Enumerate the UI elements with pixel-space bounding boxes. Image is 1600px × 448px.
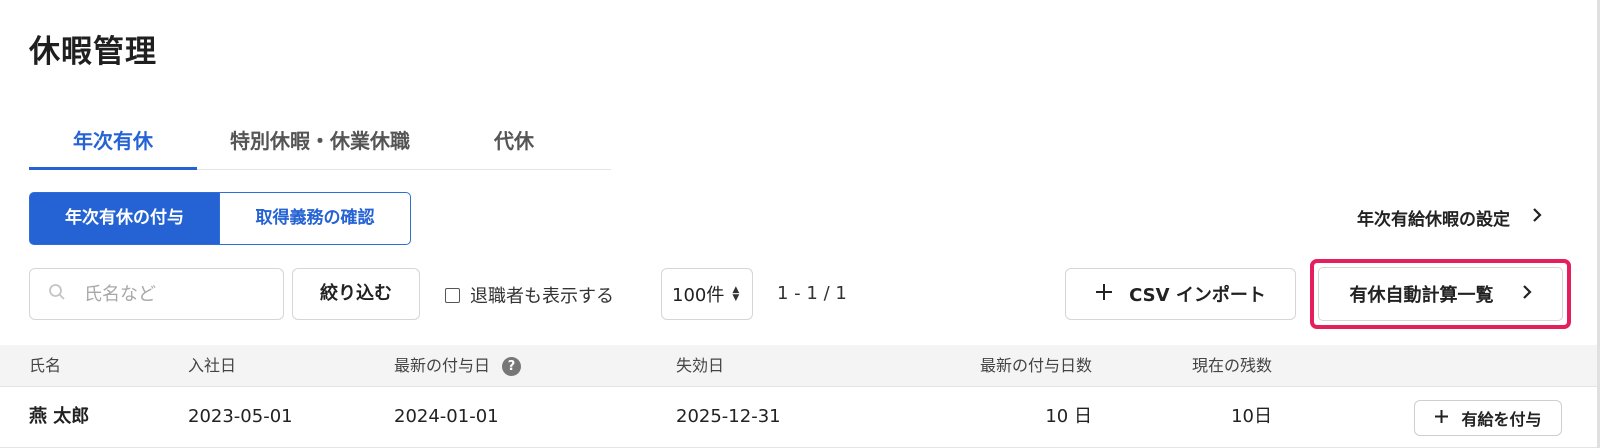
auto-calc-list-label: 有休自動計算一覧 <box>1349 285 1494 306</box>
confirm-obligation-button[interactable]: 取得義務の確認 <box>220 192 411 245</box>
search-box <box>29 268 284 320</box>
table-header: 氏名 入社日 最新の付与日? 失効日 最新の付与日数 現在の残数 <box>0 345 1600 387</box>
column-header-latest-grant-date: 最新の付与日? <box>394 345 522 387</box>
pagination-info: 1 - 1 / 1 <box>777 283 847 304</box>
column-header-remaining: 現在の残数 <box>1191 356 1272 375</box>
tab-compensatory-leave[interactable]: 代休 <box>459 122 569 170</box>
cell-latest-grant-days: 10 日 <box>1045 406 1092 427</box>
cell-remaining: 10日 <box>1231 406 1272 427</box>
help-icon[interactable]: ? <box>502 357 522 376</box>
column-header-expiry-date: 失効日 <box>676 356 725 375</box>
cell-expiry-date: 2025-12-31 <box>676 406 781 427</box>
show-retired-checkbox[interactable] <box>445 287 460 303</box>
column-header-latest-grant-days: 最新の付与日数 <box>979 356 1092 375</box>
search-icon <box>48 283 66 305</box>
annual-leave-settings-link[interactable]: 年次有給休暇の設定 <box>1357 205 1542 230</box>
tab-bar: 年次有休 特別休暇・休業休職 代休 <box>29 122 611 170</box>
column-header-hire-date: 入社日 <box>188 356 237 375</box>
table-row[interactable]: 燕 太郎 2023-05-01 2024-01-01 2025-12-31 10… <box>0 388 1600 448</box>
show-retired-label: 退職者も表示する <box>470 286 614 307</box>
grant-leave-label: 有給を付与 <box>1461 410 1542 429</box>
column-header-name: 氏名 <box>29 356 62 375</box>
show-retired-toggle[interactable]: 退職者も表示する <box>445 282 614 308</box>
grant-annual-leave-button[interactable]: 年次有休の付与 <box>29 192 220 245</box>
segmented-control: 年次有休の付与 取得義務の確認 <box>29 192 411 245</box>
chevron-right-icon <box>1532 207 1542 228</box>
auto-calc-list-button[interactable]: 有休自動計算一覧 <box>1318 267 1563 321</box>
per-page-select[interactable]: 100件 ▲ ▼ <box>661 268 753 320</box>
cell-latest-grant-date: 2024-01-01 <box>394 406 499 427</box>
filter-button[interactable]: 絞り込む <box>292 268 420 320</box>
chevron-right-icon <box>1522 284 1532 305</box>
plus-icon <box>1095 283 1113 306</box>
annual-leave-settings-label: 年次有給休暇の設定 <box>1357 210 1510 230</box>
cell-hire-date: 2023-05-01 <box>188 406 293 427</box>
search-input[interactable] <box>84 283 254 305</box>
page-title: 休暇管理 <box>29 34 157 70</box>
tab-annual-leave[interactable]: 年次有休 <box>29 122 197 170</box>
cell-name[interactable]: 燕 太郎 <box>29 388 89 446</box>
column-header-latest-grant-date-label: 最新の付与日 <box>394 356 491 375</box>
grant-leave-button[interactable]: 有給を付与 <box>1414 400 1562 436</box>
per-page-value: 100件 <box>672 285 725 306</box>
sort-arrows-icon: ▲ ▼ <box>732 285 740 303</box>
csv-import-button[interactable]: CSV インポート <box>1065 268 1296 320</box>
plus-icon <box>1434 409 1449 428</box>
tab-special-leave[interactable]: 特別休暇・休業休職 <box>211 122 429 170</box>
csv-import-label: CSV インポート <box>1129 285 1266 306</box>
